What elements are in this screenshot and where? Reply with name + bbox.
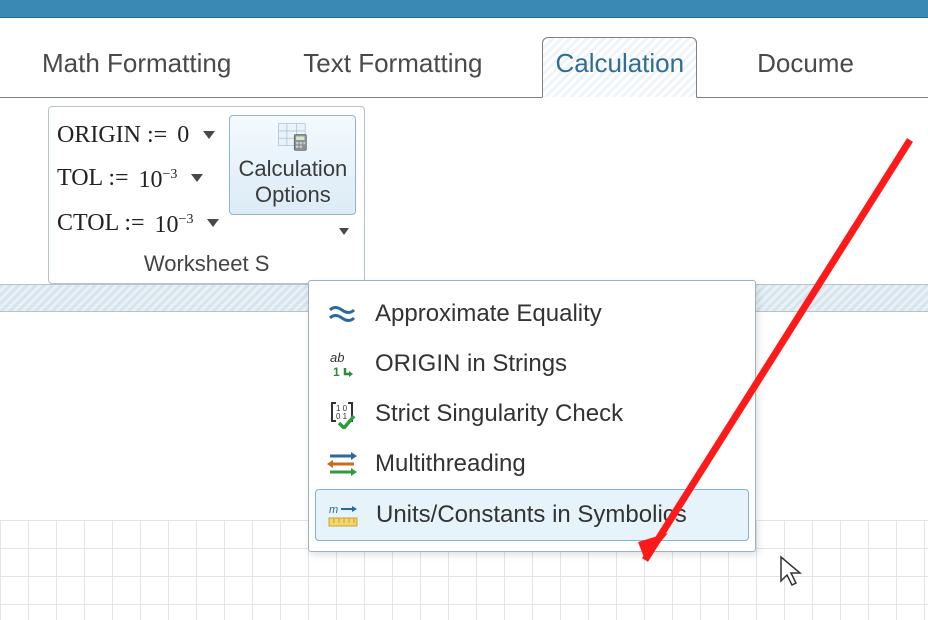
- menu-label: Approximate Equality: [375, 300, 602, 328]
- ctol-value: 10−3: [155, 200, 194, 245]
- tab-calculation[interactable]: Calculation: [542, 37, 697, 98]
- menu-label: Multithreading: [375, 450, 526, 478]
- chevron-down-icon[interactable]: [203, 131, 215, 139]
- origin-setting[interactable]: ORIGIN := 0: [57, 115, 219, 155]
- tab-strip: Math Formatting Text Formatting Calculat…: [0, 18, 928, 98]
- strict-singularity-icon: 1 0 0 1: [325, 399, 359, 429]
- menu-label: Strict Singularity Check: [375, 400, 623, 428]
- menu-label: Units/Constants in Symbolics: [376, 501, 687, 529]
- svg-text:m: m: [329, 504, 338, 516]
- origin-strings-icon: ab 1: [325, 349, 359, 379]
- calc-options-label-1: Calculation: [238, 156, 347, 182]
- calculation-options-button[interactable]: Calculation Options: [229, 115, 356, 215]
- svg-text:0 1: 0 1: [336, 412, 348, 421]
- origin-value: 0: [177, 115, 189, 155]
- multithreading-icon: [325, 449, 359, 479]
- tab-document[interactable]: Docume: [745, 38, 866, 97]
- ctol-label: CTOL :=: [57, 203, 145, 243]
- menu-label: ORIGIN in Strings: [375, 350, 567, 378]
- chevron-down-icon[interactable]: [207, 219, 219, 227]
- chevron-down-icon[interactable]: [339, 228, 349, 235]
- tol-label: TOL :=: [57, 158, 129, 198]
- svg-text:1: 1: [333, 365, 340, 378]
- svg-text:ab: ab: [330, 350, 344, 365]
- ctol-setting[interactable]: CTOL := 10−3: [57, 200, 219, 245]
- calc-options-label-2: Options: [238, 182, 347, 208]
- menu-units-constants-symbolics[interactable]: m Units/Constants in Symbolics: [315, 489, 749, 541]
- tol-value: 10−3: [139, 155, 178, 200]
- tol-setting[interactable]: TOL := 10−3: [57, 155, 219, 200]
- approx-equal-icon: [325, 299, 359, 329]
- ribbon: ORIGIN := 0 TOL := 10−3 CTOL := 10−3: [0, 98, 928, 284]
- chevron-down-icon[interactable]: [191, 174, 203, 182]
- menu-approximate-equality[interactable]: Approximate Equality: [315, 289, 749, 339]
- calculator-grid-icon: [276, 122, 310, 152]
- calculation-options-menu: Approximate Equality ab 1 ORIGIN in Stri…: [308, 280, 756, 552]
- units-constants-icon: m: [326, 500, 360, 530]
- group-label: Worksheet S: [57, 245, 356, 283]
- title-bar: [0, 0, 928, 18]
- tab-text-formatting[interactable]: Text Formatting: [291, 38, 494, 97]
- menu-origin-in-strings[interactable]: ab 1 ORIGIN in Strings: [315, 339, 749, 389]
- menu-strict-singularity[interactable]: 1 0 0 1 Strict Singularity Check: [315, 389, 749, 439]
- worksheet-settings-group: ORIGIN := 0 TOL := 10−3 CTOL := 10−3: [48, 106, 365, 284]
- menu-multithreading[interactable]: Multithreading: [315, 439, 749, 489]
- origin-label: ORIGIN :=: [57, 115, 167, 155]
- tab-math-formatting[interactable]: Math Formatting: [30, 38, 243, 97]
